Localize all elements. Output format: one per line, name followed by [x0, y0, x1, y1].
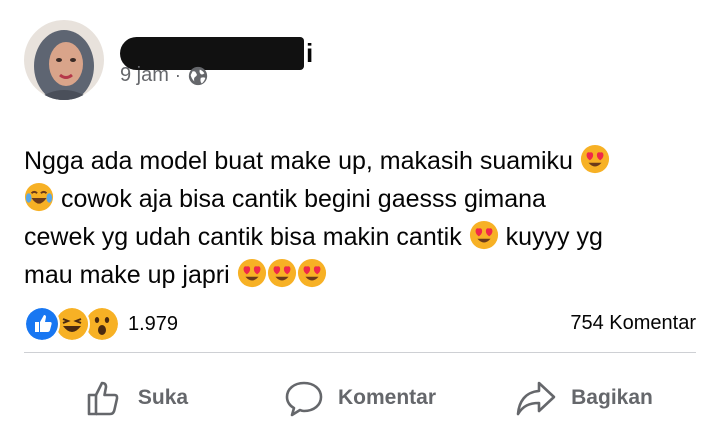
post-meta: 9 jam · [120, 64, 209, 87]
like-icon [24, 306, 60, 342]
heart-eyes-emoji-icon [469, 220, 498, 250]
reaction-count[interactable]: 1.979 [128, 313, 178, 336]
divider [24, 352, 696, 353]
post-header: i 9 jam · [24, 20, 704, 104]
heart-eyes-emoji-icon [297, 258, 326, 288]
comment-label: Komentar [337, 386, 437, 409]
post-line-3: cewek yg udah cantik bisa makin cantik k… [24, 218, 704, 256]
engagement-counts: 1.979 754 Komentar [24, 306, 696, 342]
post-line-4: mau make up japri [24, 256, 704, 294]
tears-of-joy-emoji-icon [24, 182, 54, 212]
thumbs-up-icon [87, 381, 119, 416]
reaction-summary[interactable]: 1.979 [24, 306, 178, 342]
share-arrow-icon [516, 381, 556, 416]
heart-eyes-emoji-icon [580, 144, 609, 174]
post-text: Ngga ada model buat make up, makasih sua… [24, 142, 704, 294]
heart-eyes-emoji-icon [237, 258, 266, 288]
comment-bubble-icon [285, 381, 323, 417]
like-button[interactable]: Suka [24, 374, 248, 422]
share-button[interactable]: Bagikan [472, 374, 696, 422]
author-avatar[interactable] [24, 20, 104, 100]
comment-button[interactable]: Komentar [248, 374, 472, 422]
like-label: Suka [137, 386, 189, 409]
share-label: Bagikan [571, 386, 653, 409]
post-line-1: Ngga ada model buat make up, makasih sua… [24, 142, 704, 180]
comment-count[interactable]: 754 Komentar [570, 312, 696, 335]
globe-icon[interactable] [187, 65, 209, 87]
post-time[interactable]: 9 jam [120, 64, 169, 87]
post-actions: Suka Komentar Bagikan [24, 374, 696, 422]
author-name-suffix[interactable]: i [306, 40, 313, 66]
meta-separator: · [174, 65, 181, 85]
heart-eyes-emoji-icon [267, 258, 296, 288]
post-line-2: cowok aja bisa cantik begini gaesss gima… [24, 180, 704, 218]
